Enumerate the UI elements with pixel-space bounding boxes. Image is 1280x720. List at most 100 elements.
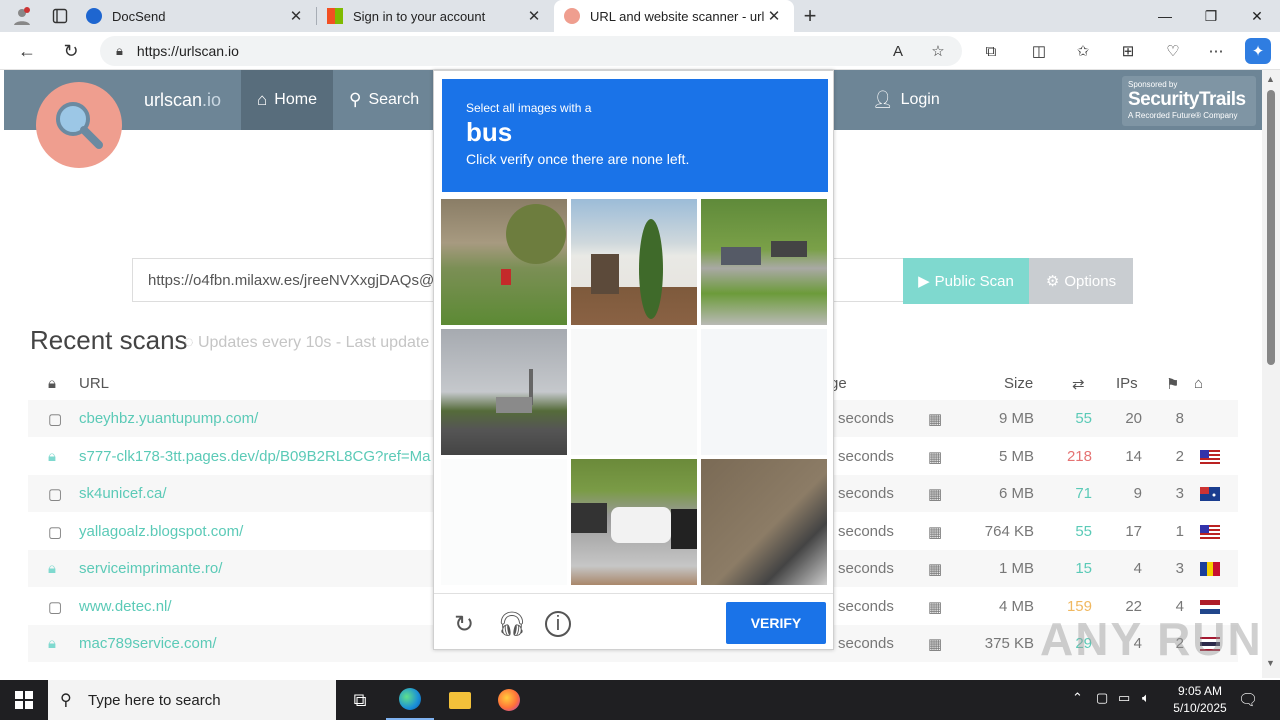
file-explorer-icon[interactable] xyxy=(436,680,484,720)
captcha-tile[interactable] xyxy=(571,199,697,325)
sponsor-label: Sponsored by xyxy=(1128,80,1178,89)
scan-size: 375 KB xyxy=(984,635,1034,652)
verify-button[interactable]: VERIFY xyxy=(726,602,826,644)
notifications-icon[interactable]: 🗨︎ xyxy=(1238,690,1258,710)
close-tab-icon[interactable]: ✕ xyxy=(286,7,306,25)
minimize-icon[interactable]: — xyxy=(1142,0,1188,32)
header-url[interactable]: URL xyxy=(79,375,109,392)
tile-image xyxy=(721,241,807,265)
copilot-icon[interactable]: ✦ xyxy=(1245,38,1271,64)
tray-chevron-icon[interactable]: ⌃ xyxy=(1072,690,1083,706)
nav-home[interactable]: ⌂ Home xyxy=(241,70,333,130)
magnifier-logo-icon xyxy=(56,102,103,149)
favorites-icon[interactable]: ✩ xyxy=(1070,38,1096,64)
user-icon: 👤︎ xyxy=(872,90,894,109)
unlocked-icon: ▢ xyxy=(48,486,63,503)
tab-docsend[interactable]: DocSend ✕ xyxy=(76,0,316,32)
scan-url-link[interactable]: sk4unicef.ca/ xyxy=(79,485,167,502)
scan-size: 5 MB xyxy=(998,447,1034,465)
scan-url-link[interactable]: cbeyhbz.yuantupump.com/ xyxy=(79,410,258,427)
captcha-tile[interactable] xyxy=(441,459,567,585)
refresh-icon[interactable]: ↻ xyxy=(56,36,86,66)
tab-actions-icon[interactable] xyxy=(44,0,76,32)
taskbar-search-box[interactable]: ⚲ Type here to search xyxy=(48,680,336,720)
screenshot-icon[interactable]: ▦ xyxy=(928,523,942,541)
read-aloud-icon[interactable]: A xyxy=(885,38,911,64)
urlscan-logo[interactable] xyxy=(36,82,122,168)
options-button[interactable]: ⚙ Options xyxy=(1029,258,1133,304)
screenshot-icon[interactable]: ▦ xyxy=(928,448,942,466)
profile-icon[interactable] xyxy=(0,0,44,32)
screenshot-icon[interactable]: ▦ xyxy=(928,410,942,428)
screenshot-icon[interactable]: ▦ xyxy=(928,485,942,503)
scan-url-link[interactable]: mac789service.com/ xyxy=(79,635,217,652)
screenshot-icon[interactable]: ▦ xyxy=(928,635,942,653)
collections-icon[interactable]: ⊞ xyxy=(1115,38,1141,64)
tab-sign-in[interactable]: Sign in to your account ✕ xyxy=(317,0,554,32)
unlocked-icon: ▢ xyxy=(48,523,63,541)
reload-challenge-icon[interactable]: ↻ xyxy=(449,609,479,639)
browser-essentials-icon[interactable]: ♡ xyxy=(1160,38,1186,64)
header-size[interactable]: Size xyxy=(1004,375,1033,392)
recent-scans-subtitle: ◌ Updates every 10s - Last update xyxy=(184,334,429,352)
nav-search[interactable]: ⚲ Search xyxy=(333,70,435,130)
sponsor-banner[interactable]: Sponsored by SecurityTrails A Recorded F… xyxy=(1122,76,1256,126)
captcha-tile[interactable] xyxy=(571,329,697,455)
scan-url-link[interactable]: yallagoalz.blogspot.com/ xyxy=(79,523,243,540)
tile-image xyxy=(571,503,697,549)
scan-url-link[interactable]: www.detec.nl/ xyxy=(79,598,172,615)
task-view-icon[interactable]: ⧉ xyxy=(336,680,384,720)
volume-icon[interactable]: 🔈︎ xyxy=(1142,690,1150,706)
country-flag-icon xyxy=(1200,562,1220,576)
site-brand[interactable]: urlscan.io xyxy=(144,90,221,111)
header-ips[interactable]: IPs xyxy=(1116,375,1138,392)
info-icon[interactable]: i xyxy=(545,611,571,637)
tray-device-icon[interactable]: ▢ xyxy=(1096,690,1108,706)
audio-challenge-icon[interactable]: 🎧︎ xyxy=(497,609,527,639)
close-window-icon[interactable]: ✕ xyxy=(1234,0,1280,32)
back-arrow-icon[interactable]: ← xyxy=(12,36,42,66)
close-tab-icon[interactable]: ✕ xyxy=(764,7,784,25)
more-menu-icon[interactable]: ⋯ xyxy=(1203,38,1229,64)
restore-icon[interactable]: ❐ xyxy=(1188,0,1234,32)
country-flag-icon xyxy=(1200,487,1220,501)
scan-age: seconds xyxy=(838,485,894,502)
screenshot-icon[interactable]: ▦ xyxy=(928,560,942,578)
scroll-down-icon[interactable]: ▼ xyxy=(1266,658,1275,668)
windows-taskbar: ⚲ Type here to search ⧉ ⌃ ▢ ▭ 🔈︎ 9:05 AM… xyxy=(0,680,1280,720)
lock-icon: 🔒︎ xyxy=(48,635,56,652)
captcha-tile[interactable] xyxy=(441,329,567,455)
scrollbar-thumb[interactable] xyxy=(1267,90,1275,365)
captcha-tile[interactable] xyxy=(441,199,567,325)
page-scrollbar[interactable]: ▲ ▼ xyxy=(1262,70,1280,678)
public-scan-button[interactable]: ▶ Public Scan xyxy=(903,258,1029,304)
screenshot-icon[interactable]: ▦ xyxy=(928,598,942,616)
favorite-star-icon[interactable]: ☆ xyxy=(925,38,951,64)
captcha-tile[interactable] xyxy=(571,459,697,585)
windows-logo-icon xyxy=(15,691,33,709)
new-tab-icon[interactable]: + xyxy=(794,0,826,32)
close-tab-icon[interactable]: ✕ xyxy=(524,7,544,25)
tile-image xyxy=(591,219,663,319)
scan-url-link[interactable]: s777-clk178-3tt.pages.dev/dp/B09B2RL8CG?… xyxy=(79,448,430,465)
edge-taskbar-icon[interactable] xyxy=(386,680,434,720)
taskbar-clock[interactable]: 9:05 AM 5/10/2025 xyxy=(1160,683,1240,717)
nav-login-label: Login xyxy=(900,91,940,108)
url-field[interactable]: 🔒︎ https://urlscan.io xyxy=(100,36,962,66)
captcha-tile[interactable] xyxy=(701,329,827,455)
start-button[interactable] xyxy=(0,680,48,720)
network-icon[interactable]: ▭ xyxy=(1118,690,1130,706)
split-screen-icon[interactable]: ◫ xyxy=(1026,38,1052,64)
scan-url-link[interactable]: serviceimprimante.ro/ xyxy=(79,560,222,577)
firefox-taskbar-icon[interactable] xyxy=(485,680,533,720)
captcha-tile[interactable] xyxy=(701,199,827,325)
search-icon: ⚲ xyxy=(349,90,362,109)
scan-size: 4 MB xyxy=(998,597,1034,615)
captcha-tile[interactable] xyxy=(701,459,827,585)
extensions-icon[interactable]: ⧉ xyxy=(978,38,1004,64)
tab-urlscan[interactable]: URL and website scanner - urlsca ✕ xyxy=(554,0,794,32)
scroll-up-icon[interactable]: ▲ xyxy=(1266,74,1275,84)
nav-login[interactable]: 👤︎ Login xyxy=(856,70,956,130)
nav-home-label: Home xyxy=(274,91,317,108)
tab-title: URL and website scanner - urlsca xyxy=(590,8,764,24)
